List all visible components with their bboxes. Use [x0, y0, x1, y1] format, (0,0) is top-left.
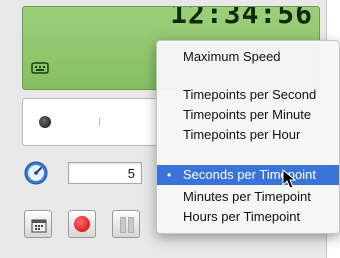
calendar-icon: [31, 217, 47, 238]
menu-item-timepoints-per-second[interactable]: Timepoints per Second: [157, 85, 339, 105]
pause-button[interactable]: [112, 210, 140, 238]
timepoint-units-menu: Maximum Speed Timepoints per Second Time…: [156, 40, 340, 234]
menu-item-label: Timepoints per Second: [183, 87, 317, 102]
record-button[interactable]: [68, 210, 96, 238]
menu-item-seconds-per-timepoint[interactable]: • Seconds per Timepoint: [157, 165, 339, 185]
menu-item-label: Maximum Speed: [183, 49, 281, 64]
record-icon: [74, 216, 90, 232]
menu-item-timepoints-per-hour[interactable]: Timepoints per Hour: [157, 125, 339, 145]
slider-knob[interactable]: [39, 116, 51, 128]
menu-item-label: Timepoints per Hour: [183, 127, 301, 142]
menu-item-timepoints-per-minute[interactable]: Timepoints per Minute: [157, 105, 339, 125]
menu-item-label: Hours per Timepoint: [183, 209, 301, 224]
menu-item-label: Timepoints per Minute: [183, 107, 312, 122]
pointer-cursor-icon: [282, 168, 297, 194]
speed-value-field[interactable]: 5: [68, 162, 142, 184]
speed-gauge-icon[interactable]: [24, 161, 48, 190]
calendar-button[interactable]: [24, 210, 52, 238]
checkmark-icon: •: [167, 168, 172, 182]
menu-item-maximum-speed[interactable]: Maximum Speed: [157, 47, 339, 67]
slider-tick: [99, 118, 100, 126]
menu-item-hours-per-timepoint[interactable]: Hours per Timepoint: [157, 207, 339, 227]
menu-item-minutes-per-timepoint[interactable]: Minutes per Timepoint: [157, 187, 339, 207]
clock-readout: 12:34:56: [170, 6, 313, 30]
menu-item-label: Seconds per Timepoint: [183, 167, 316, 182]
keyboard-icon[interactable]: [31, 61, 49, 79]
